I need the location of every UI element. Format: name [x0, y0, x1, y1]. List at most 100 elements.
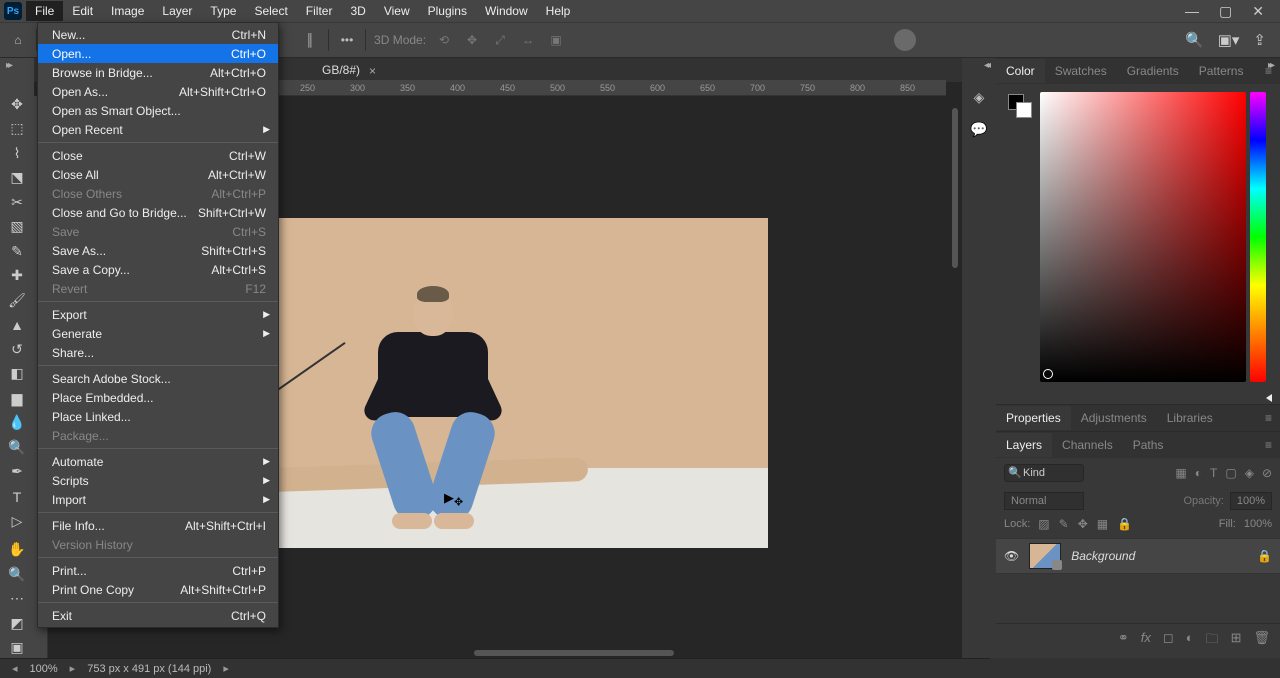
edit-toolbar-icon[interactable]: ⋯ — [3, 588, 31, 609]
file-menu-search-adobe-stock[interactable]: Search Adobe Stock... — [38, 369, 278, 388]
new-layer-icon[interactable]: ⊞ — [1231, 630, 1242, 652]
share-icon[interactable]: ⇪ — [1253, 31, 1266, 49]
gradient-tool[interactable]: ▆ — [3, 388, 31, 409]
file-menu-place-embedded[interactable]: Place Embedded... — [38, 388, 278, 407]
file-menu-close-all[interactable]: Close AllAlt+Ctrl+W — [38, 165, 278, 184]
tab-layers[interactable]: Layers — [996, 433, 1052, 457]
pen-tool[interactable]: ✒ — [3, 462, 31, 483]
minimize-button[interactable]: — — [1185, 3, 1199, 20]
adjustment-layer-icon[interactable]: ◐ — [1186, 630, 1194, 652]
file-menu-exit[interactable]: ExitCtrl+Q — [38, 606, 278, 625]
object-selection-tool[interactable]: ⬔ — [3, 168, 31, 189]
menu-select[interactable]: Select — [245, 1, 296, 21]
3d-slide-icon[interactable]: ↔ — [518, 30, 538, 50]
path-selection-tool[interactable]: ▷ — [3, 511, 31, 532]
menu-file[interactable]: File — [26, 1, 63, 21]
filter-shape-icon[interactable]: ▢ — [1225, 466, 1236, 480]
file-menu-browse-in-bridge[interactable]: Browse in Bridge...Alt+Ctrl+O — [38, 63, 278, 82]
search-icon[interactable]: 🔍 — [1185, 31, 1204, 49]
eyedropper-tool[interactable]: ✎ — [3, 241, 31, 262]
brush-tool[interactable]: 🖌 — [3, 290, 31, 311]
menu-plugins[interactable]: Plugins — [419, 1, 476, 21]
file-menu-open-as-smart-object[interactable]: Open as Smart Object... — [38, 101, 278, 120]
file-menu-new[interactable]: New...Ctrl+N — [38, 25, 278, 44]
history-panel-icon[interactable]: ◈ — [968, 86, 990, 108]
home-icon[interactable]: ⌂ — [8, 30, 28, 50]
close-window-button[interactable]: ✕ — [1252, 3, 1264, 20]
status-next-icon[interactable]: ▸ — [66, 662, 80, 675]
clone-stamp-tool[interactable]: ▲ — [3, 315, 31, 336]
status-prev-icon[interactable]: ◂ — [8, 662, 22, 675]
collapse-dock-icon[interactable]: ◂◂ — [984, 60, 988, 71]
collapse-left-icon[interactable]: ▸▸ — [6, 60, 10, 71]
menu-3d[interactable]: 3D — [341, 1, 374, 21]
group-layers-icon[interactable]: 🗀 — [1206, 630, 1219, 652]
zoom-tool[interactable]: 🔍 — [3, 564, 31, 585]
file-menu-generate[interactable]: Generate▶ — [38, 324, 278, 343]
lock-position-icon[interactable]: ✥ — [1078, 517, 1088, 531]
lock-transparency-icon[interactable]: ▨ — [1038, 517, 1049, 531]
eraser-tool[interactable]: ◧ — [3, 364, 31, 385]
hand-tool[interactable]: ✋ — [3, 539, 31, 560]
filter-pixel-icon[interactable]: ▦ — [1175, 466, 1186, 480]
menu-view[interactable]: View — [375, 1, 419, 21]
file-menu-place-linked[interactable]: Place Linked... — [38, 407, 278, 426]
file-menu-share[interactable]: Share... — [38, 343, 278, 362]
file-menu-print-one-copy[interactable]: Print One CopyAlt+Shift+Ctrl+P — [38, 580, 278, 599]
file-menu-close[interactable]: CloseCtrl+W — [38, 146, 278, 165]
blur-tool[interactable]: 💧 — [3, 413, 31, 434]
3d-orbit-icon[interactable]: ⟲ — [434, 30, 454, 50]
foreground-background-colors[interactable]: ◩ — [3, 613, 31, 634]
opacity-value[interactable]: 100% — [1230, 492, 1272, 510]
menu-image[interactable]: Image — [102, 1, 153, 21]
3d-pan-icon[interactable]: ✥ — [462, 30, 482, 50]
filter-type-icon[interactable]: T — [1210, 466, 1217, 480]
tab-color[interactable]: Color — [996, 59, 1045, 83]
lock-all-icon[interactable]: 🔒 — [1117, 517, 1132, 531]
tab-properties[interactable]: Properties — [996, 406, 1071, 430]
3d-dolly-icon[interactable]: ⤢ — [490, 30, 510, 50]
lasso-tool[interactable]: ⌇ — [3, 143, 31, 164]
layer-mask-icon[interactable]: ◻ — [1163, 630, 1174, 652]
comments-panel-icon[interactable]: 💬 — [968, 118, 990, 140]
menu-edit[interactable]: Edit — [63, 1, 102, 21]
tab-adjustments[interactable]: Adjustments — [1071, 406, 1157, 430]
tab-channels[interactable]: Channels — [1052, 433, 1123, 457]
more-options-icon[interactable]: ••• — [337, 30, 357, 50]
file-menu-export[interactable]: Export▶ — [38, 305, 278, 324]
tab-gradients[interactable]: Gradients — [1117, 59, 1189, 83]
file-menu-open-as[interactable]: Open As...Alt+Shift+Ctrl+O — [38, 82, 278, 101]
panel-menu-icon[interactable]: ≡ — [1265, 411, 1280, 425]
frame-tool[interactable]: ▧ — [3, 217, 31, 238]
file-menu-import[interactable]: Import▶ — [38, 490, 278, 509]
file-menu-save-as[interactable]: Save As...Shift+Ctrl+S — [38, 241, 278, 260]
tab-swatches[interactable]: Swatches — [1045, 59, 1117, 83]
healing-brush-tool[interactable]: ✚ — [3, 266, 31, 287]
fg-bg-swatches[interactable] — [1008, 94, 1032, 118]
menu-help[interactable]: Help — [537, 1, 580, 21]
history-brush-tool[interactable]: ↺ — [3, 339, 31, 360]
type-tool[interactable]: T — [3, 486, 31, 507]
horizontal-scrollbar[interactable] — [474, 650, 674, 656]
file-menu-print[interactable]: Print...Ctrl+P — [38, 561, 278, 580]
file-menu-automate[interactable]: Automate▶ — [38, 452, 278, 471]
crop-tool[interactable]: ✂ — [3, 192, 31, 213]
link-layers-icon[interactable]: ⚭ — [1118, 630, 1129, 652]
file-menu-close-and-go-to-bridge[interactable]: Close and Go to Bridge...Shift+Ctrl+W — [38, 203, 278, 222]
collapse-panels-icon[interactable]: ▸▸ — [1268, 60, 1272, 71]
tab-paths[interactable]: Paths — [1123, 433, 1174, 457]
filter-toggle-icon[interactable]: ⊘ — [1262, 466, 1272, 480]
filter-smartobj-icon[interactable]: ◈ — [1245, 466, 1254, 480]
rectangular-marquee-tool[interactable]: ⬚ — [3, 119, 31, 140]
layer-row-background[interactable]: 👁 Background 🔒 — [996, 538, 1280, 574]
filter-adjustment-icon[interactable]: ◐ — [1195, 466, 1202, 480]
zoom-level[interactable]: 100% — [30, 663, 58, 675]
lock-pixels-icon[interactable]: ✎ — [1059, 517, 1069, 531]
visibility-eye-icon[interactable]: 👁 — [1004, 549, 1019, 563]
color-field[interactable] — [1040, 92, 1246, 382]
delete-layer-icon[interactable]: 🗑 — [1253, 630, 1270, 652]
vertical-scrollbar[interactable] — [952, 108, 958, 268]
3d-camera-icon[interactable]: ▣ — [546, 30, 566, 50]
dodge-tool[interactable]: 🔍 — [3, 437, 31, 458]
layer-locked-icon[interactable]: 🔒 — [1257, 549, 1272, 563]
